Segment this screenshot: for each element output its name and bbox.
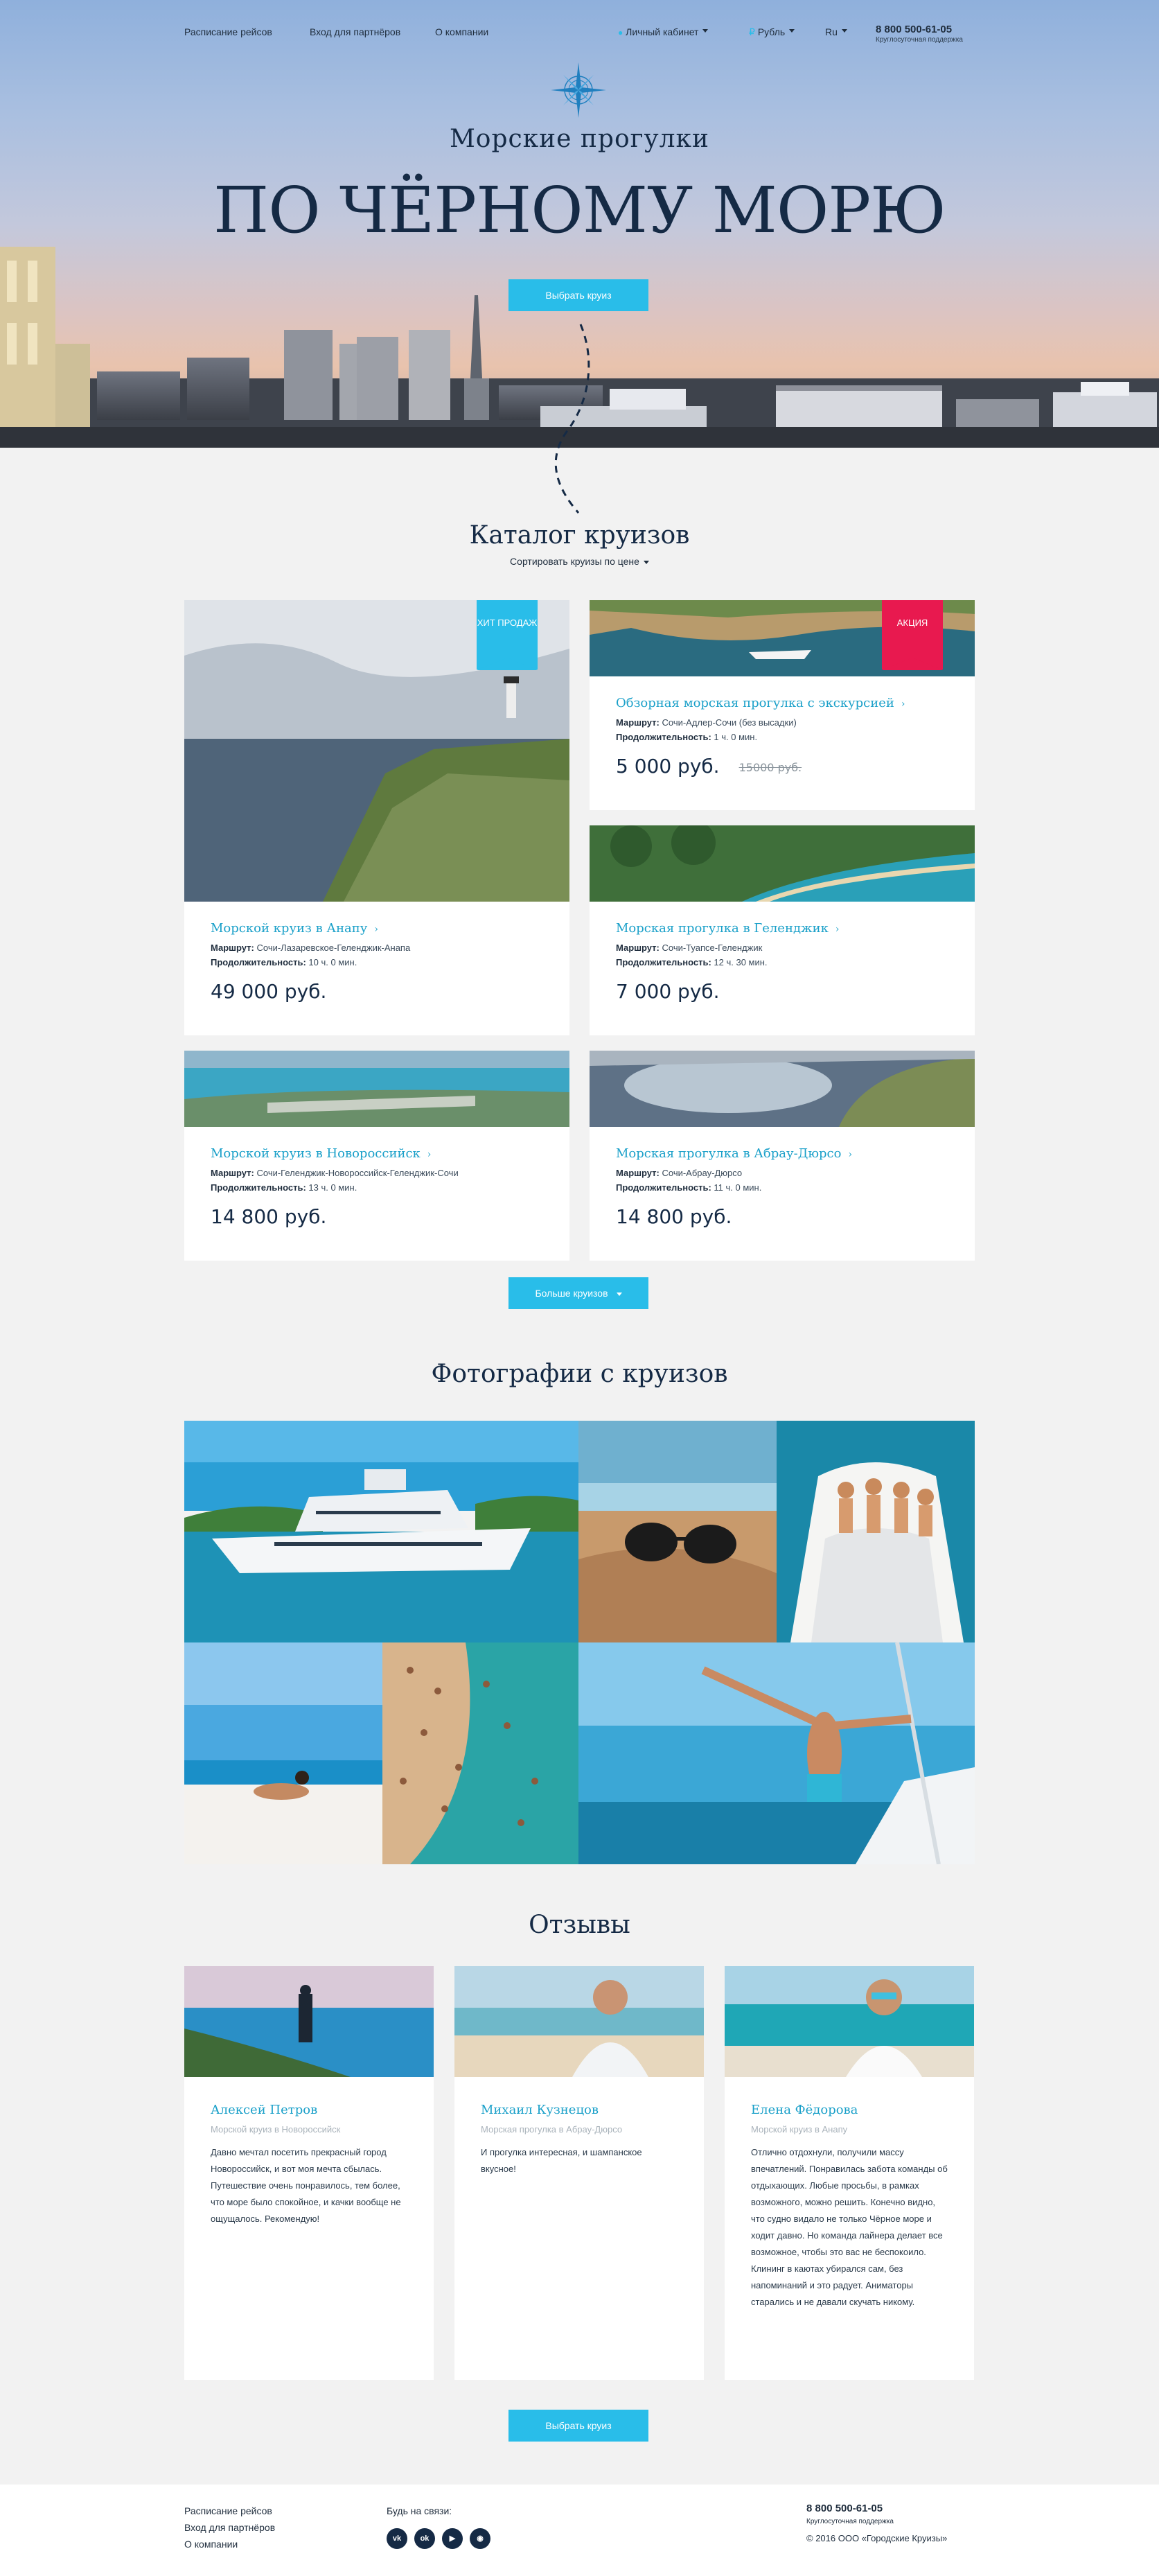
header-phone[interactable]: 8 800 500-61-05 [876,24,952,35]
chevron-down-icon [702,29,709,33]
footer: Расписание рейсов Вход для партнёров О к… [0,2485,1159,2576]
cruise-duration: 12 ч. 30 мин. [714,957,768,967]
chevron-down-icon [789,29,795,33]
cruise-duration: 1 ч. 0 мин. [714,732,758,742]
cruise-route: Сочи-Абрау-Дюрсо [662,1168,743,1178]
cruise-card-gelendzhik[interactable]: Морская прогулка в Геленджик › Маршрут: С… [590,825,975,1035]
nav-link-about[interactable]: О компании [435,26,488,37]
photo-girls-on-boat[interactable] [777,1421,975,1642]
footer-link-about[interactable]: О компании [184,2539,238,2550]
dashed-path-decoration [554,324,590,514]
cruise-name-link[interactable]: Морской круиз в Новороссийск › [211,1146,543,1161]
cruise-name-link[interactable]: Морской круиз в Анапу › [211,921,543,936]
currency-menu[interactable]: ₽ Рубль [749,26,795,38]
review-photo [184,1966,434,2077]
photo-beach-couple[interactable] [184,1642,382,1864]
sort-by-price-dropdown[interactable]: Сортировать круизы по цене [0,556,1159,567]
cruise-card-overview[interactable]: АКЦИЯ Обзорная морская прогулка с экскур… [590,600,975,810]
cruise-price: 14 800 руб. [616,1205,732,1228]
cruise-image-novorossiysk [184,1051,569,1127]
nav-link-schedule[interactable]: Расписание рейсов [184,26,272,37]
ruble-icon: ₽ [749,26,755,37]
user-icon: ● [618,28,623,37]
reviewer-name: Елена Фёдорова [751,2103,858,2117]
footer-phone[interactable]: 8 800 500-61-05 [806,2503,883,2514]
cruise-name-link[interactable]: Морская прогулка в Геленджик › [616,921,948,936]
cruise-old-price: 15000 руб. [738,760,802,774]
instagram-icon[interactable]: ◉ [470,2528,490,2549]
reviews-title: Отзывы [529,1911,630,1939]
hero-subtitle: Морские прогулки [449,125,710,153]
cruise-price: 49 000 руб. [211,980,327,1003]
choose-cruise-button[interactable]: Выбрать круиз [508,279,648,311]
footer-link-partners[interactable]: Вход для партнёров [184,2522,275,2533]
hit-badge: ХИТ ПРОДАЖ [477,600,538,670]
cruise-route: Сочи-Адлер-Сочи (без высадки) [662,717,797,728]
cruise-duration: 13 ч. 0 мин. [308,1182,357,1193]
catalog-title: Каталог круизов [469,521,690,550]
review-text: Давно мечтал посетить прекрасный город Н… [211,2147,401,2224]
nav-link-partners[interactable]: Вход для партнёров [310,26,400,37]
sale-badge: АКЦИЯ [882,600,943,670]
cruise-card-abrau[interactable]: Морская прогулка в Абрау-Дюрсо › Маршрут:… [590,1051,975,1261]
footer-link-schedule[interactable]: Расписание рейсов [184,2505,272,2516]
hero-title: ПО ЧЁРНОМУ МОРЮ [213,173,946,247]
review-photo [454,1966,704,2077]
cruise-card-novorossiysk[interactable]: Морской круиз в Новороссийск › Маршрут: С… [184,1051,569,1261]
account-menu[interactable]: ● Личный кабинет [618,26,709,37]
cruise-card-anapa[interactable]: ХИТ ПРОДАЖ Морской круиз в Анапу › Маршру… [184,600,569,1035]
chevron-down-icon [616,1292,622,1296]
review-card: Алексей Петров Морской круиз в Новоросси… [184,1966,434,2380]
vk-icon[interactable]: vk [387,2528,407,2549]
chevron-down-icon [643,560,649,564]
cruise-route: Сочи-Туапсе-Геленджик [662,943,763,953]
copyright: © 2016 ООО «Городские Круизы» [806,2533,948,2543]
cruise-name-link[interactable]: Обзорная морская прогулка с экскурсией › [616,696,948,710]
cruise-image-abrau [590,1051,975,1127]
review-text: И прогулка интересная, и шампанское вкус… [481,2147,642,2174]
footer-phone-note: Круглосуточная поддержка [806,2518,894,2525]
chevron-down-icon [841,29,847,33]
youtube-icon[interactable]: ▶ [442,2528,463,2549]
language-menu[interactable]: Ru [825,26,847,37]
review-cruise: Морская прогулка в Абрау-Дюрсо [481,2124,623,2135]
photo-yacht[interactable] [184,1421,578,1642]
photos-title: Фотографии с круизов [431,1360,728,1388]
chevron-right-icon: › [374,924,378,935]
cruise-route: Сочи-Геленджик-Новороссийск-Геленджик-Со… [256,1168,459,1178]
cruise-price: 7 000 руб. [616,980,720,1003]
cruise-route: Сочи-Лазаревское-Геленджик-Анапа [256,943,411,953]
odnoklassniki-icon[interactable]: ok [414,2528,435,2549]
cruise-duration: 10 ч. 0 мин. [308,957,357,967]
compass-icon [551,62,606,118]
chevron-right-icon: › [427,1149,432,1160]
header-phone-note: Круглосуточная поддержка [876,36,963,44]
photo-man-on-yacht[interactable] [578,1642,975,1864]
review-cruise: Морской круиз в Анапу [751,2124,848,2135]
social-label: Будь на связи: [387,2505,452,2516]
chevron-right-icon: › [901,699,905,710]
reviewer-name: Михаил Кузнецов [481,2103,599,2117]
review-text: Отлично отдохнули, получили массу впечат… [751,2147,948,2307]
more-cruises-button[interactable]: Больше круизов [508,1277,648,1309]
review-card: Михаил Кузнецов Морская прогулка в Абрау… [454,1966,704,2380]
photo-sunglasses[interactable] [578,1421,777,1642]
chevron-right-icon: › [835,924,840,935]
review-photo [725,1966,974,2077]
cruise-price: 14 800 руб. [211,1205,327,1228]
reviewer-name: Алексей Петров [211,2103,318,2117]
chevron-right-icon: › [848,1149,853,1160]
cruise-image-gelendzhik [590,825,975,902]
review-cruise: Морской круиз в Новороссийск [211,2124,341,2135]
photo-crowded-beach[interactable] [382,1642,578,1864]
cruise-name-link[interactable]: Морская прогулка в Абрау-Дюрсо › [616,1146,948,1161]
choose-cruise-button-bottom[interactable]: Выбрать круиз [508,2410,648,2442]
top-navigation: Расписание рейсов Вход для партнёров О к… [184,24,975,44]
review-card: Елена Фёдорова Морской круиз в Анапу Отл… [725,1966,974,2380]
cruise-price: 5 000 руб. [616,755,720,778]
cruise-duration: 11 ч. 0 мин. [714,1182,762,1193]
